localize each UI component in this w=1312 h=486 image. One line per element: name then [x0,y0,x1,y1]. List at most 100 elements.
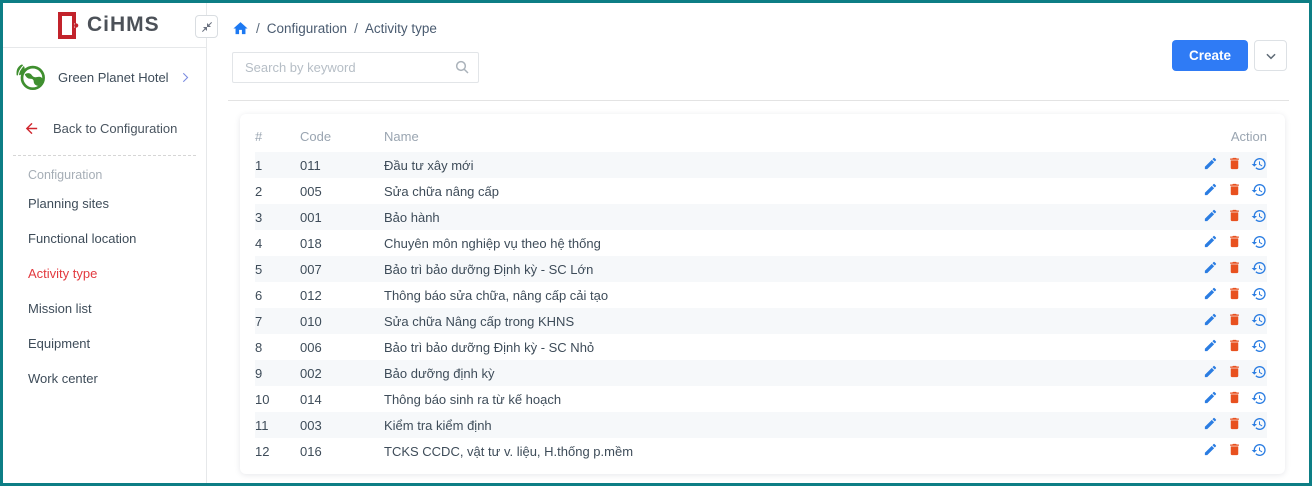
delete-icon[interactable] [1227,260,1242,275]
history-icon[interactable] [1251,364,1267,380]
delete-icon[interactable] [1227,234,1242,249]
table-row: 2 005 Sửa chữa nâng cấp [255,178,1267,204]
sidebar-item-functional-location[interactable]: Functional location [3,221,206,256]
cell-code: 014 [300,386,384,412]
breadcrumb-activity-type: Activity type [365,21,437,36]
cell-index: 4 [255,230,300,256]
edit-icon[interactable] [1203,286,1218,301]
main-content: / Configuration / Activity type Create [207,3,1309,483]
home-icon[interactable] [232,20,249,37]
edit-icon[interactable] [1203,208,1218,223]
sidebar-item-mission-list[interactable]: Mission list [3,291,206,326]
history-icon[interactable] [1251,312,1267,328]
history-icon[interactable] [1251,416,1267,432]
sidebar-item-planning-sites[interactable]: Planning sites [3,186,206,221]
cell-code: 010 [300,308,384,334]
delete-icon[interactable] [1227,338,1242,353]
delete-icon[interactable] [1227,364,1242,379]
edit-icon[interactable] [1203,364,1218,379]
collapse-arrows-icon [201,21,213,33]
edit-icon[interactable] [1203,442,1218,457]
history-icon[interactable] [1251,182,1267,198]
cell-code: 003 [300,412,384,438]
header-divider [228,100,1289,101]
chevron-down-icon [1264,49,1278,63]
sidebar-item-activity-type[interactable]: Activity type [3,256,206,291]
history-icon[interactable] [1251,156,1267,172]
delete-icon[interactable] [1227,416,1242,431]
delete-icon[interactable] [1227,390,1242,405]
edit-icon[interactable] [1203,156,1218,171]
column-header-action: Action [1172,120,1267,152]
back-to-configuration[interactable]: Back to Configuration [3,106,206,147]
create-button[interactable]: Create [1172,40,1248,71]
edit-icon[interactable] [1203,312,1218,327]
cell-index: 10 [255,386,300,412]
green-planet-globe-icon [13,59,49,95]
create-dropdown-button[interactable] [1254,40,1287,71]
edit-icon[interactable] [1203,416,1218,431]
delete-icon[interactable] [1227,208,1242,223]
column-header-name: Name [384,120,1172,152]
history-icon[interactable] [1251,286,1267,302]
cell-code: 011 [300,152,384,178]
sidebar-collapse-button[interactable] [195,15,218,38]
edit-icon[interactable] [1203,234,1218,249]
cell-index: 1 [255,152,300,178]
table-row: 9 002 Bảo dưỡng định kỳ [255,360,1267,386]
delete-icon[interactable] [1227,442,1242,457]
cell-index: 7 [255,308,300,334]
cell-code: 016 [300,438,384,464]
sidebar-item-equipment[interactable]: Equipment [3,326,206,361]
cell-name: Bảo dưỡng định kỳ [384,360,1172,386]
table-row: 12 016 TCKS CCDC, vật tư v. liệu, H.thốn… [255,438,1267,464]
back-label: Back to Configuration [53,121,177,136]
history-icon[interactable] [1251,338,1267,354]
history-icon[interactable] [1251,390,1267,406]
cell-name: TCKS CCDC, vật tư v. liệu, H.thống p.mềm [384,438,1172,464]
cell-index: 8 [255,334,300,360]
table-row: 8 006 Bảo trì bảo dưỡng Định kỳ - SC Nhỏ [255,334,1267,360]
cell-code: 007 [300,256,384,282]
cell-name: Thông báo sửa chữa, nâng cấp cải tạo [384,282,1172,308]
activity-type-table-card: # Code Name Action 1 011 Đầu tư xây mới [240,114,1285,474]
history-icon[interactable] [1251,208,1267,224]
history-icon[interactable] [1251,442,1267,458]
delete-icon[interactable] [1227,182,1242,197]
sidebar-item-work-center[interactable]: Work center [3,361,206,396]
table-header-row: # Code Name Action [255,120,1267,152]
cell-code: 018 [300,230,384,256]
cell-index: 6 [255,282,300,308]
history-icon[interactable] [1251,234,1267,250]
breadcrumb-separator: / [354,21,358,36]
cell-index: 5 [255,256,300,282]
cell-code: 001 [300,204,384,230]
activity-type-table: # Code Name Action 1 011 Đầu tư xây mới [255,120,1267,464]
cell-name: Sửa chữa Nâng cấp trong KHNS [384,308,1172,334]
delete-icon[interactable] [1227,156,1242,171]
table-row: 11 003 Kiểm tra kiểm định [255,412,1267,438]
table-row: 1 011 Đầu tư xây mới [255,152,1267,178]
search-input[interactable] [232,52,479,83]
table-row: 7 010 Sửa chữa Nâng cấp trong KHNS [255,308,1267,334]
cell-name: Bảo trì bảo dưỡng Định kỳ - SC Nhỏ [384,334,1172,360]
sidebar-section-label: Configuration [3,156,206,186]
table-row: 4 018 Chuyên môn nghiệp vụ theo hệ thống [255,230,1267,256]
breadcrumb-configuration[interactable]: Configuration [267,21,347,36]
cell-name: Bảo trì bảo dưỡng Định kỳ - SC Lớn [384,256,1172,282]
app-window: CiHMS Green Planet Hotel [0,0,1312,486]
cell-code: 006 [300,334,384,360]
logo-row: CiHMS [3,3,206,48]
history-icon[interactable] [1251,260,1267,276]
top-actions: Create [1172,40,1287,71]
delete-icon[interactable] [1227,286,1242,301]
edit-icon[interactable] [1203,338,1218,353]
edit-icon[interactable] [1203,182,1218,197]
edit-icon[interactable] [1203,260,1218,275]
cell-code: 005 [300,178,384,204]
cell-index: 12 [255,438,300,464]
hotel-selector[interactable]: Green Planet Hotel [3,48,206,106]
delete-icon[interactable] [1227,312,1242,327]
edit-icon[interactable] [1203,390,1218,405]
cell-code: 002 [300,360,384,386]
